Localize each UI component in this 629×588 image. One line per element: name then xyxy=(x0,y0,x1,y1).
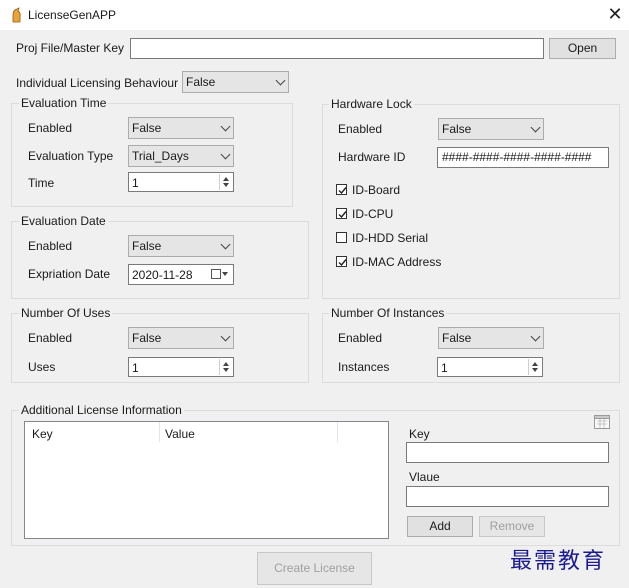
chevron-down-icon xyxy=(530,122,541,133)
chevron-down-icon xyxy=(275,75,286,86)
evaluation-time-legend: Evaluation Time xyxy=(19,96,109,110)
eval-time-stepper[interactable]: 1 xyxy=(128,172,234,192)
uses-enabled-label: Enabled xyxy=(28,331,73,345)
arrow-up-icon xyxy=(223,362,229,366)
column-divider[interactable] xyxy=(159,422,160,442)
checkbox-label: ID-MAC Address xyxy=(352,255,442,269)
hardware-id-label: Hardware ID xyxy=(338,150,406,164)
eval-type-label: Evaluation Type xyxy=(28,149,114,163)
proj-file-label: Proj File/Master Key xyxy=(16,41,125,55)
eval-time-enabled-select[interactable]: False xyxy=(128,117,234,139)
eval-time-enabled-label: Enabled xyxy=(28,121,73,135)
arrow-down-icon xyxy=(223,183,229,187)
individual-licensing-select[interactable]: False xyxy=(182,71,289,93)
spin-buttons[interactable] xyxy=(219,359,232,375)
eval-date-enabled-label: Enabled xyxy=(28,239,73,253)
arrow-down-icon xyxy=(532,368,538,372)
evaluation-date-group xyxy=(11,221,309,299)
open-button[interactable]: Open xyxy=(549,38,616,59)
hardware-lock-legend: Hardware Lock xyxy=(329,97,414,111)
evaluation-date-legend: Evaluation Date xyxy=(19,214,108,228)
individual-licensing-label: Individual Licensing Behaviour xyxy=(16,76,179,90)
chevron-down-icon xyxy=(220,149,231,160)
eval-date-enabled-select[interactable]: False xyxy=(128,235,234,257)
arrow-down-icon xyxy=(223,368,229,372)
checkbox-box[interactable] xyxy=(336,184,347,195)
checkbox-box[interactable] xyxy=(336,256,347,267)
chevron-down-icon xyxy=(220,331,231,342)
arrow-up-icon xyxy=(223,177,229,181)
hw-enabled-label: Enabled xyxy=(338,122,383,136)
hardware-id-input[interactable]: ####-####-####-####-#### xyxy=(437,147,609,168)
remove-button[interactable]: Remove xyxy=(479,516,545,537)
app-icon xyxy=(10,7,22,23)
instances-label: Instances xyxy=(338,360,390,374)
number-of-instances-legend: Number Of Instances xyxy=(329,306,447,320)
uses-enabled-value: False xyxy=(132,331,162,345)
instances-enabled-select[interactable]: False xyxy=(438,327,544,349)
eval-type-select[interactable]: Trial_Days xyxy=(128,145,234,167)
chevron-down-icon xyxy=(530,331,541,342)
value-label: Vlaue xyxy=(409,470,440,484)
eval-date-enabled-value: False xyxy=(132,239,162,253)
key-label: Key xyxy=(409,427,430,441)
uses-enabled-select[interactable]: False xyxy=(128,327,234,349)
uses-label: Uses xyxy=(28,360,56,374)
hw-enabled-value: False xyxy=(442,122,472,136)
checkbox-box[interactable] xyxy=(336,208,347,219)
watermark-text: 最需教育 xyxy=(510,549,607,574)
window-title: LicenseGenAPP xyxy=(28,8,117,22)
close-icon[interactable]: ✕ xyxy=(604,3,626,25)
hw-enabled-select[interactable]: False xyxy=(438,118,544,140)
value-input[interactable] xyxy=(406,486,609,507)
additional-info-legend: Additional License Information xyxy=(19,403,184,417)
number-of-uses-legend: Number Of Uses xyxy=(19,306,113,320)
chevron-down-icon xyxy=(220,121,231,132)
calendar-dropdown-icon[interactable] xyxy=(211,269,229,283)
proj-file-input[interactable] xyxy=(130,38,544,59)
checkbox-label: ID-HDD Serial xyxy=(352,231,429,245)
arrow-up-icon xyxy=(532,362,538,366)
expiration-date-picker[interactable]: 2020-11-28 xyxy=(128,264,234,285)
spin-buttons[interactable] xyxy=(219,174,232,190)
create-license-button[interactable]: Create License xyxy=(257,552,372,585)
eval-time-value: 1 xyxy=(132,176,139,190)
individual-licensing-value: False xyxy=(186,75,216,89)
add-button[interactable]: Add xyxy=(407,516,473,537)
instances-enabled-value: False xyxy=(442,331,472,345)
column-header-key[interactable]: Key xyxy=(32,427,53,441)
uses-stepper[interactable]: 1 xyxy=(128,357,234,377)
checkbox-box[interactable] xyxy=(336,232,347,243)
eval-time-enabled-value: False xyxy=(132,121,162,135)
spin-buttons[interactable] xyxy=(528,359,541,375)
instances-stepper[interactable]: 1 xyxy=(437,357,543,377)
instances-enabled-label: Enabled xyxy=(338,331,383,345)
expiration-date-label: Expriation Date xyxy=(28,267,111,281)
instances-value: 1 xyxy=(441,361,448,375)
expiration-date-value: 2020-11-28 xyxy=(132,268,193,282)
license-info-list[interactable]: Key Value xyxy=(24,421,389,539)
uses-value: 1 xyxy=(132,361,139,375)
column-header-value[interactable]: Value xyxy=(165,427,195,441)
key-input[interactable] xyxy=(406,442,609,463)
checkbox-label: ID-CPU xyxy=(352,207,394,221)
chevron-down-icon xyxy=(220,239,231,250)
calendar-icon xyxy=(594,413,610,432)
eval-type-value: Trial_Days xyxy=(132,149,189,163)
column-divider[interactable] xyxy=(337,422,338,442)
eval-time-label: Time xyxy=(28,176,55,190)
checkbox-label: ID-Board xyxy=(352,183,401,197)
